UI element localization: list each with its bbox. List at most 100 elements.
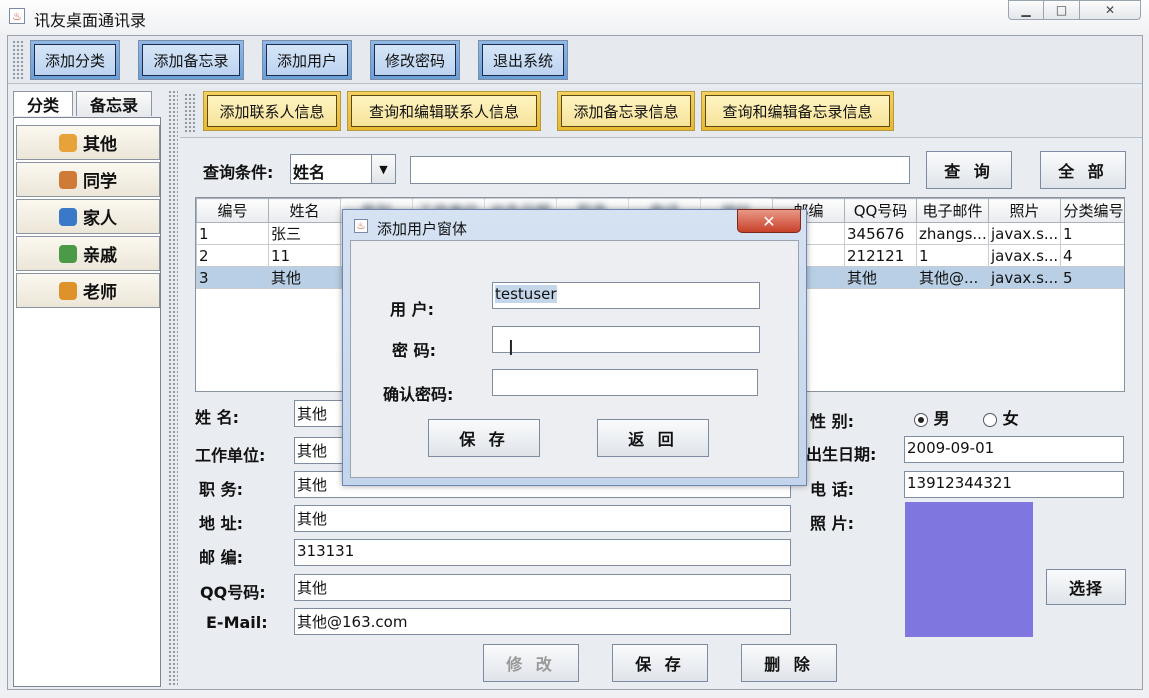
add-memo-info-button[interactable]: 添加备忘录信息 [557,91,695,131]
position-label: 职 务: [199,480,243,499]
cell-photo: javax.s... [988,266,1061,289]
gender-female-radio[interactable]: 女 [983,405,1019,429]
close-icon[interactable]: ✕ [1079,0,1141,20]
dialog-save-button[interactable]: 保 存 [428,419,540,457]
radio-unchecked-icon [983,412,997,427]
cell-photo: javax.s... [988,222,1061,245]
tab-memo[interactable]: 备忘录 [76,91,152,116]
add-memo-button[interactable]: 添加备忘录 [138,40,244,80]
cell-email: 1 [916,244,989,267]
cell-photo: javax.s... [988,244,1061,267]
cell-id: 1 [196,222,269,245]
postcode-label: 邮 编: [199,548,243,567]
company-label: 工作单位: [195,446,266,465]
cell-qq: 212121 [844,244,917,267]
change-password-button[interactable]: 修改密码 [370,40,460,80]
dialog-back-button[interactable]: 返 回 [597,419,709,457]
window-titlebar: ♨ 讯友桌面通讯录 ▁ □ ✕ [0,0,1149,34]
toolbar-grip[interactable] [184,93,196,133]
email-field[interactable]: 其他@163.com [294,608,791,635]
birth-field[interactable]: 2009-09-01 [904,436,1124,463]
gender-male-radio[interactable]: 男 [914,405,950,429]
category-button-classmate[interactable]: 同学 [16,162,160,197]
category-button-relatives[interactable]: 亲戚 [16,236,160,271]
postcode-field[interactable]: 313131 [294,539,791,566]
category-button-family[interactable]: 家人 [16,199,160,234]
dialog-content: 用 户: testuser 密 码: Ι 确认密码: 保 存 返 回 [350,240,799,478]
save-button[interactable]: 保 存 [612,644,708,682]
edit-button[interactable]: 修 改 [483,644,579,682]
email-label: E-Mail: [206,613,268,632]
cell-category: 1 [1060,222,1124,245]
cell-email: zhangs... [916,222,989,245]
query-edit-memo-button[interactable]: 查询和编辑备忘录信息 [701,91,894,131]
delete-button[interactable]: 删 除 [741,644,837,682]
maximize-icon[interactable]: □ [1043,0,1080,20]
cell-id: 2 [196,244,269,267]
family-icon [59,207,77,226]
show-all-button[interactable]: 全 部 [1040,151,1126,189]
category-panel: 其他 同学 家人 亲戚 老师 [13,117,161,687]
toolbar-grip[interactable] [12,40,24,80]
relatives-icon [59,244,77,263]
minimize-icon[interactable]: ▁ [1008,0,1044,20]
cell-category: 4 [1060,244,1124,267]
query-condition-label: 查询条件: [203,163,274,182]
user-field[interactable]: testuser [492,282,760,309]
qq-label: QQ号码: [200,583,266,602]
cell-name: 11 [268,244,341,267]
cell-name: 张三 [268,222,341,245]
java-cup-icon: ♨ [354,219,368,233]
column-header[interactable]: 编号 [196,198,269,223]
photo-label: 照 片: [810,514,854,533]
add-contact-button[interactable]: 添加联系人信息 [203,91,341,131]
search-button[interactable]: 查 询 [926,151,1012,189]
cell-email: 其他@... [916,266,989,289]
cell-id: 3 [196,266,269,289]
add-user-dialog: ♨ 添加用户窗体 ✕ 用 户: testuser 密 码: Ι 确认密码: 保 … [342,209,807,486]
column-header[interactable]: 照片 [988,198,1061,223]
add-user-button[interactable]: 添加用户 [262,40,352,80]
cell-name: 其他 [268,266,341,289]
column-header[interactable]: 分类编号 [1060,198,1124,223]
phone-field[interactable]: 13912344321 [904,471,1124,498]
cell-qq: 345676 [844,222,917,245]
confirm-password-label: 确认密码: [383,385,454,404]
query-edit-contact-button[interactable]: 查询和编辑联系人信息 [347,91,541,131]
text-cursor-icon: Ι [508,336,514,360]
qq-field[interactable]: 其他 [294,574,791,601]
query-input[interactable] [410,156,910,184]
column-header[interactable]: QQ号码 [844,198,917,223]
name-label: 姓 名: [195,408,239,427]
dialog-close-icon[interactable]: ✕ [737,209,801,233]
query-field-select[interactable]: 姓名 ▼ [290,154,396,184]
confirm-password-field[interactable] [492,369,758,396]
dialog-title: 添加用户窗体 [377,220,468,238]
category-button-teacher[interactable]: 老师 [16,273,160,308]
birth-label: 出生日期: [806,445,877,464]
choose-photo-button[interactable]: 选择 [1046,569,1126,605]
person-icon [59,133,77,152]
cell-category: 5 [1060,266,1124,289]
radio-checked-icon [914,412,928,427]
teacher-icon [59,281,77,300]
add-category-button[interactable]: 添加分类 [30,40,120,80]
phone-label: 电 话: [810,480,854,499]
user-label: 用 户: [390,300,434,319]
column-header[interactable]: 电子邮件 [916,198,989,223]
address-label: 地 址: [199,514,243,533]
chevron-down-icon[interactable]: ▼ [371,155,395,183]
tab-category[interactable]: 分类 [13,91,73,116]
split-divider[interactable] [168,90,178,686]
window-title: 讯友桌面通讯录 [34,11,147,30]
column-header[interactable]: 姓名 [268,198,341,223]
password-label: 密 码: [392,341,436,360]
address-field[interactable]: 其他 [294,505,791,532]
category-button-other[interactable]: 其他 [16,125,160,160]
photo-preview [905,502,1033,637]
cell-qq: 其他 [844,266,917,289]
java-cup-icon: ♨ [9,8,25,24]
gender-label: 性 别: [810,412,854,431]
exit-system-button[interactable]: 退出系统 [478,40,568,80]
password-field[interactable] [492,326,760,353]
